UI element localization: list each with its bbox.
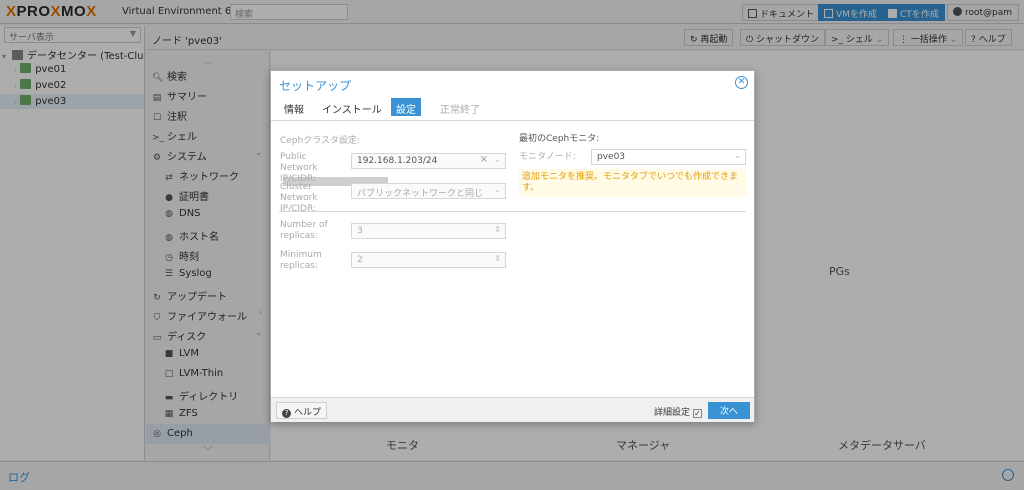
config-form: Cephクラスタ設定: Public Network IP/CIDR: 192.… xyxy=(271,121,754,397)
tab-info[interactable]: 情報 xyxy=(279,98,309,116)
help-icon: ? xyxy=(282,409,291,418)
public-network-label: Public Network IP/CIDR: xyxy=(280,152,318,184)
first-monitor-title: 最初のCephモニタ: xyxy=(519,134,600,144)
public-network-field[interactable]: 192.168.1.203/24 × ⌄ xyxy=(351,153,506,169)
spinner-icon[interactable]: ⇕ xyxy=(494,254,501,263)
tab-install[interactable]: インストール xyxy=(317,98,387,116)
cluster-config-title: Cephクラスタ設定: xyxy=(280,136,361,146)
close-icon[interactable]: ✕ xyxy=(735,76,748,89)
replicas-spinner[interactable]: 3 ⇕ xyxy=(351,223,506,239)
dialog-help-button[interactable]: ? ヘルプ xyxy=(276,402,328,419)
replicas-label: Number of replicas: xyxy=(280,220,328,241)
section-divider xyxy=(279,211,746,212)
dialog-footer: ? ヘルプ 詳細設定 ✓ 次へ xyxy=(271,397,754,422)
setup-dialog: セットアップ ✕ 情報 インストール 設定 正常終了 Cephクラスタ設定: P… xyxy=(270,70,755,422)
dialog-title: セットアップ xyxy=(279,79,352,93)
monitor-hint: 追加モニタを推奨。モニタタブでいつでも作成できます。 xyxy=(519,169,747,197)
spinner-icon[interactable]: ⇕ xyxy=(494,225,501,234)
advanced-toggle[interactable]: 詳細設定 ✓ xyxy=(654,405,703,418)
min-replicas-label: Minimum replicas: xyxy=(280,250,322,271)
monitor-node-select[interactable]: pve03 ⌄ xyxy=(591,149,746,165)
tab-success: 正常終了 xyxy=(440,105,480,116)
next-button[interactable]: 次へ xyxy=(708,402,750,419)
chevron-down-icon: ⌄ xyxy=(494,155,501,164)
cluster-network-field[interactable]: パブリックネットワークと同じ ⌄ xyxy=(351,183,506,199)
chevron-down-icon: ⌄ xyxy=(494,185,501,194)
chevron-down-icon: ⌄ xyxy=(734,151,741,160)
clear-icon[interactable]: × xyxy=(480,154,488,165)
checkbox-checked-icon[interactable]: ✓ xyxy=(693,409,703,418)
min-replicas-spinner[interactable]: 2 ⇕ xyxy=(351,252,506,268)
tab-config[interactable]: 設定 xyxy=(391,98,421,116)
monitor-node-label: モニタノード: xyxy=(519,152,576,162)
